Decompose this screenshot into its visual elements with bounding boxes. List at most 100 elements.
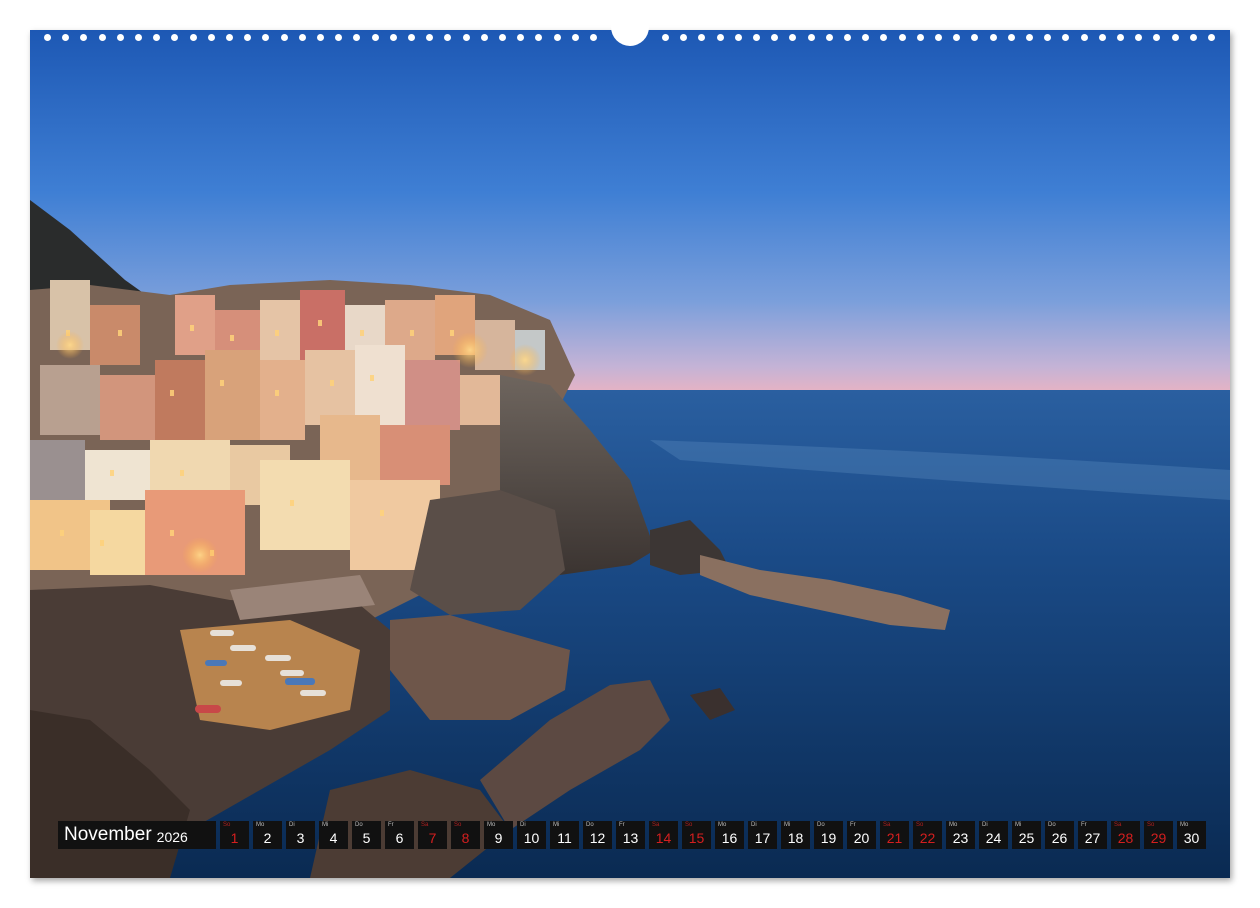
binding-hole [262,34,269,41]
binding-hole [717,34,724,41]
weekday-label: Do [1048,822,1056,828]
binding-hole [1117,34,1124,41]
day-cell: Do 12 [583,821,612,849]
day-cell: Sa 7 [418,821,447,849]
calendar-bar: November 2026 So 1 Mo 2 Di 3 Mi 4 Do 5 Fr 6 Sa 7 So 8 Mo… [58,821,1210,849]
day-number: 15 [688,830,705,846]
binding-hole [481,34,488,41]
binding-hole [880,34,887,41]
binding-hole [499,34,506,41]
binding-hole [1044,34,1051,41]
binding-hole [44,34,51,41]
spiral-binding [30,16,1230,46]
binding-hole [208,34,215,41]
weekday-label: Mo [256,822,265,828]
weekday-label: Sa [1114,822,1122,828]
day-number: 27 [1084,830,1101,846]
binding-hole [1081,34,1088,41]
binding-hole [1172,34,1179,41]
weekday-label: Fr [1081,822,1087,828]
binding-hole [80,34,87,41]
binding-hole [590,34,597,41]
year: 2026 [156,828,188,845]
day-cell: Fr 27 [1078,821,1107,849]
day-cell: Di 17 [748,821,777,849]
binding-hole [899,34,906,41]
binding-hole [372,34,379,41]
day-number: 7 [428,830,437,846]
day-cell: Di 3 [286,821,315,849]
day-cell: Do 26 [1045,821,1074,849]
binding-hole [390,34,397,41]
weekday-label: So [685,822,693,828]
binding-hole [1190,34,1197,41]
month-label: November 2026 [58,821,216,849]
weekday-label: Mo [718,822,727,828]
binding-hole [535,34,542,41]
day-number: 24 [985,830,1002,846]
weekday-label: Di [982,822,988,828]
weekday-label: So [223,822,231,828]
binding-hole [826,34,833,41]
binding-hole [735,34,742,41]
binding-hole [808,34,815,41]
weekday-label: Di [751,822,757,828]
day-cell: Mo 30 [1177,821,1206,849]
weekday-label: Di [289,822,295,828]
day-number: 10 [523,830,540,846]
binding-hole [1026,34,1033,41]
binding-hole [1208,34,1215,41]
binding-hole [789,34,796,41]
binding-hole [117,34,124,41]
weekday-label: Sa [652,822,660,828]
day-cell: So 8 [451,821,480,849]
day-cell: Mi 25 [1012,821,1041,849]
day-number: 9 [494,830,503,846]
day-cell: So 22 [913,821,942,849]
weekday-label: So [916,822,924,828]
binding-hole [1099,34,1106,41]
day-cell: Mo 16 [715,821,744,849]
binding-hole [862,34,869,41]
binding-hole [226,34,233,41]
day-cell: Fr 20 [847,821,876,849]
binding-hole [680,34,687,41]
weekday-label: Mi [784,822,791,828]
day-cell: Fr 6 [385,821,414,849]
day-cell: So 29 [1144,821,1173,849]
day-number: 13 [622,830,639,846]
month-name: November [64,824,152,845]
day-number: 5 [362,830,371,846]
binding-hole [935,34,942,41]
binding-hole [698,34,705,41]
binding-hole [844,34,851,41]
binding-hole [517,34,524,41]
binding-hole [917,34,924,41]
day-number: 8 [461,830,470,846]
day-number: 26 [1051,830,1068,846]
day-number: 11 [557,830,572,846]
day-cell: So 15 [682,821,711,849]
day-cell: Mo 2 [253,821,282,849]
day-number: 14 [655,830,672,846]
day-number: 6 [395,830,404,846]
day-cell: Mo 23 [946,821,975,849]
day-number: 30 [1183,830,1200,846]
day-cell: So 1 [220,821,249,849]
weekday-label: Mo [1180,822,1189,828]
binding-hole [244,34,251,41]
day-number: 22 [919,830,936,846]
day-number: 16 [721,830,738,846]
binding-hole [62,34,69,41]
weekday-label: So [454,822,462,828]
weekday-label: Do [355,822,363,828]
binding-hole [1153,34,1160,41]
weekday-label: Fr [850,822,856,828]
weekday-label: Mi [1015,822,1022,828]
binding-hole [335,34,342,41]
day-cell: Sa 21 [880,821,909,849]
binding-hole [463,34,470,41]
day-cell: Di 10 [517,821,546,849]
binding-hole [444,34,451,41]
weekday-label: Do [817,822,825,828]
